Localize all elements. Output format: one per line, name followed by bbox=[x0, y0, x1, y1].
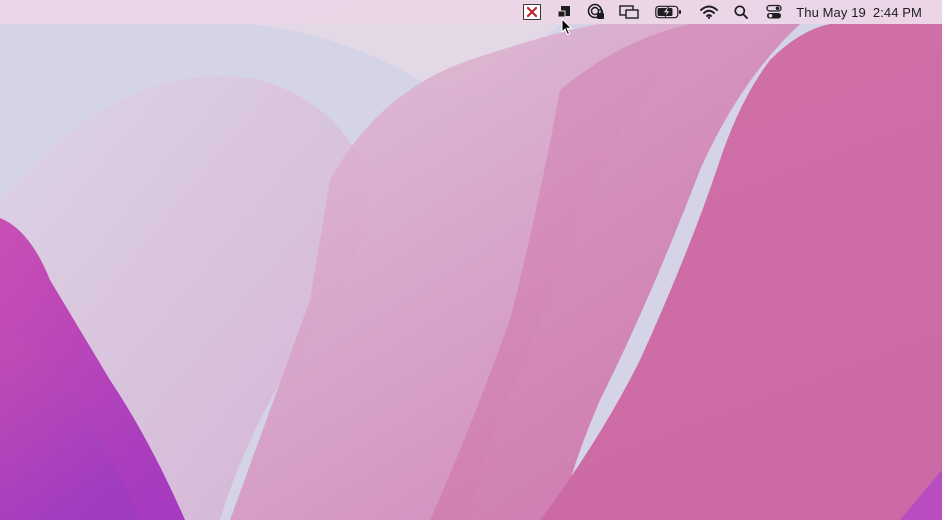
spotlight-status-item[interactable] bbox=[734, 0, 749, 24]
close-app-status-item[interactable] bbox=[523, 0, 542, 24]
control-center-status-item[interactable] bbox=[766, 0, 782, 24]
wallpaper-image bbox=[0, 21, 942, 520]
battery-charging-icon bbox=[655, 5, 682, 19]
spotlight-search-icon bbox=[734, 5, 749, 19]
menu-bar: Thu May 19 2:44 PM bbox=[0, 0, 942, 24]
clock-time: 2:44 PM bbox=[872, 4, 922, 20]
display-mirror-icon bbox=[557, 6, 571, 18]
clock-date: Thu May 19 bbox=[796, 4, 866, 20]
menu-bar-clock[interactable]: Thu May 19 2:44 PM bbox=[796, 0, 922, 24]
wifi-status-item[interactable] bbox=[700, 0, 719, 24]
screen-sharing-icon bbox=[619, 5, 639, 19]
vpn-status-item[interactable] bbox=[587, 0, 605, 24]
desktop: Thu May 19 2:44 PM bbox=[0, 0, 942, 520]
vpn-lock-icon bbox=[587, 3, 605, 19]
battery-status-item[interactable] bbox=[655, 0, 682, 24]
close-app-icon bbox=[523, 4, 542, 20]
control-center-icon bbox=[766, 4, 782, 19]
mouse-pointer-icon bbox=[561, 18, 573, 36]
wifi-icon bbox=[700, 5, 719, 19]
screen-sharing-status-item[interactable] bbox=[619, 0, 639, 24]
